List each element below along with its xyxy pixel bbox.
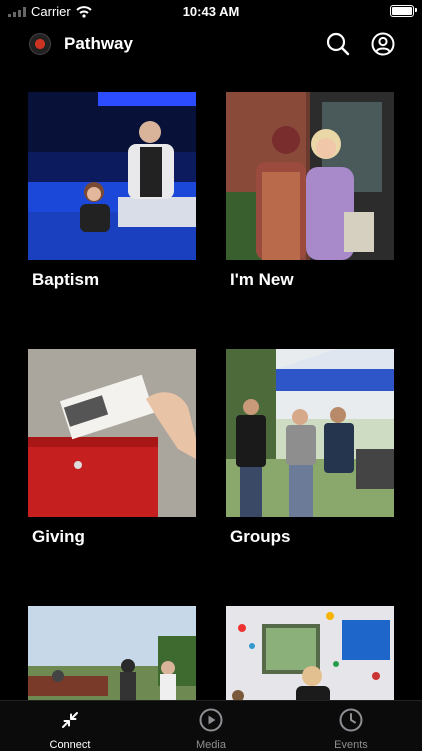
tile-im-new[interactable]: I'm New <box>226 92 394 290</box>
tab-label: Media <box>196 739 226 751</box>
giving-image <box>28 349 196 517</box>
tile-label: Groups <box>230 527 291 546</box>
clock-icon <box>339 708 363 732</box>
groups-image <box>226 349 394 517</box>
tile-groups[interactable]: Groups <box>226 349 394 547</box>
page-title: Pathway <box>64 34 133 53</box>
logo-icon <box>29 33 51 55</box>
tab-bar: Connect Media Events <box>0 700 422 751</box>
connect-grid: Baptism I'm New Giving Groups <box>0 92 422 700</box>
tab-events[interactable]: Events <box>296 707 406 751</box>
status-time: 10:43 AM <box>182 4 240 19</box>
tile-label: I'm New <box>230 270 294 289</box>
tile-outdoor-event[interactable] <box>28 606 196 700</box>
search-button[interactable] <box>325 31 351 57</box>
tab-connect[interactable]: Connect <box>15 707 125 751</box>
tile-label: Giving <box>32 527 85 546</box>
play-circle-icon <box>199 708 223 732</box>
tab-media[interactable]: Media <box>156 707 266 751</box>
outdoor-event-image <box>28 606 196 700</box>
profile-button[interactable] <box>370 31 396 57</box>
tile-giving[interactable]: Giving <box>28 349 196 547</box>
app-header: Pathway <box>0 28 422 60</box>
connect-arrows-icon <box>62 712 78 728</box>
search-icon <box>326 32 350 56</box>
status-bar: Carrier 10:43 AM <box>0 0 422 22</box>
battery-cap <box>415 8 417 12</box>
tile-baptism[interactable]: Baptism <box>28 92 196 290</box>
tab-label: Events <box>334 739 368 751</box>
battery-icon <box>390 5 414 17</box>
baptism-image <box>28 92 196 260</box>
tile-label: Baptism <box>32 270 100 289</box>
im-new-image <box>226 92 394 260</box>
tab-label: Connect <box>49 739 91 751</box>
kids-image <box>226 606 394 700</box>
tile-kids[interactable] <box>226 606 394 700</box>
profile-icon <box>371 32 395 56</box>
